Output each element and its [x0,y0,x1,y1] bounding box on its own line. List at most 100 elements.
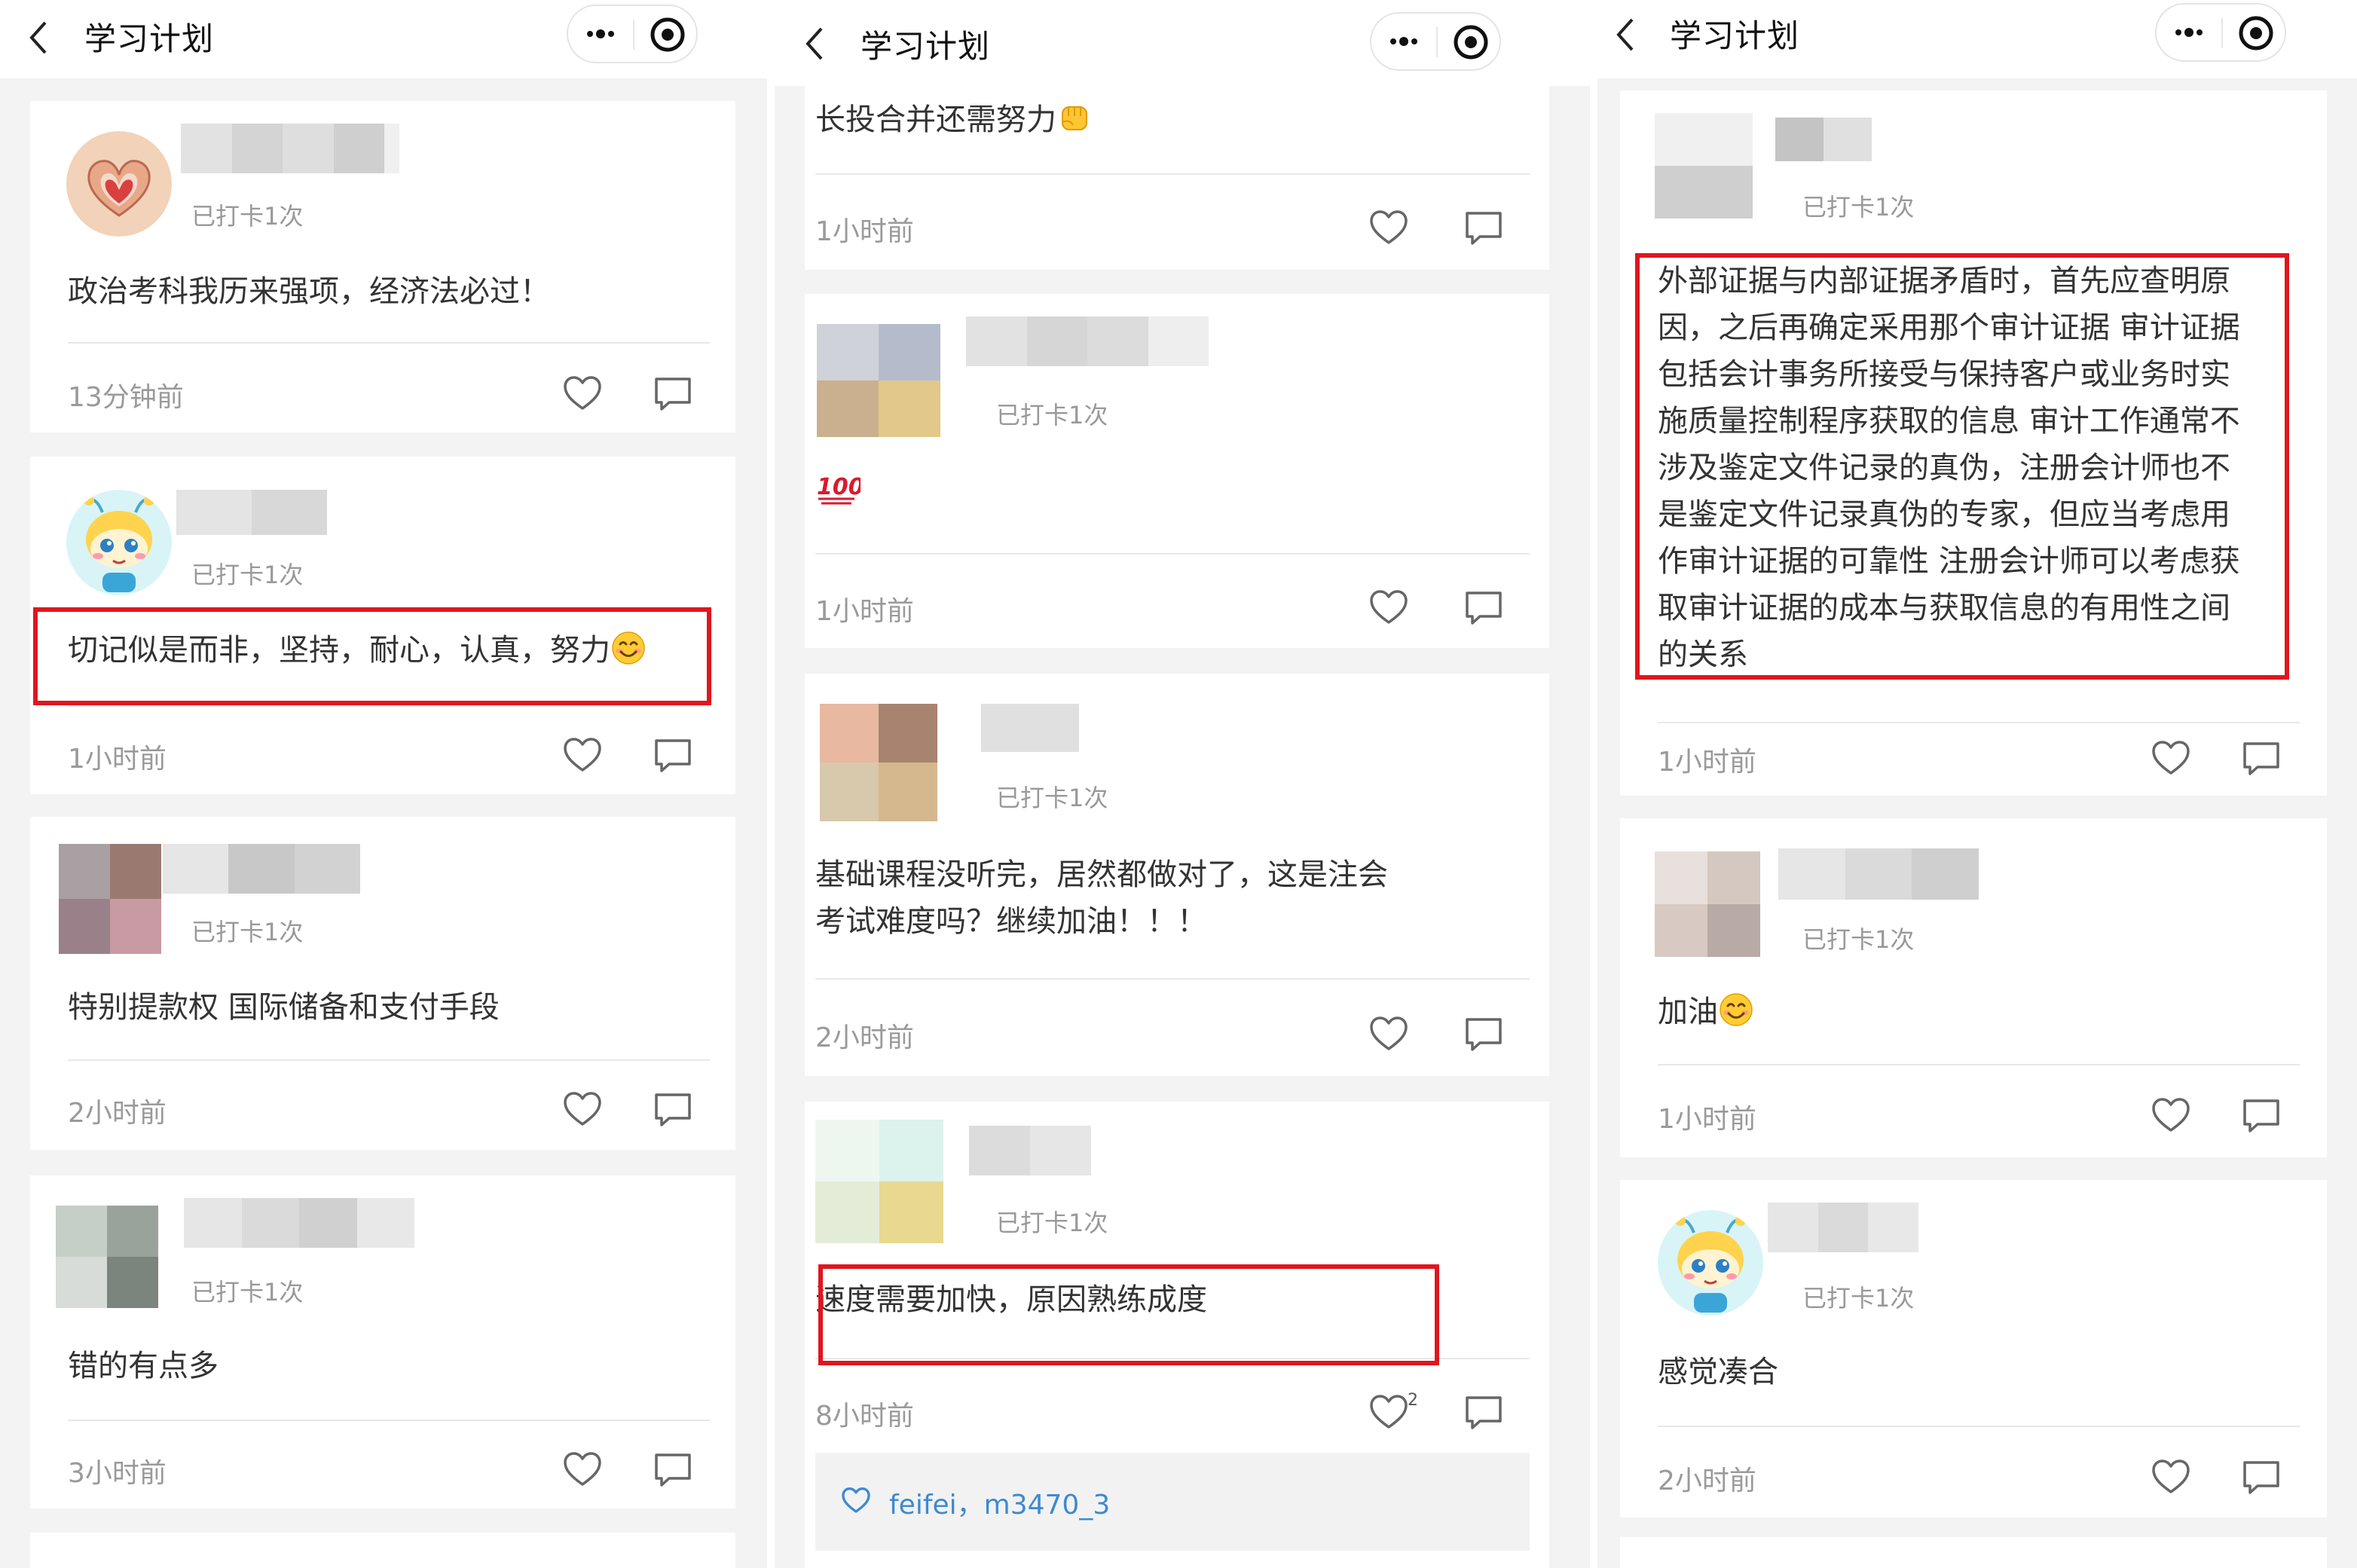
blurred-username [1768,1203,1918,1252]
comment-icon[interactable] [653,1450,693,1490]
heart-icon[interactable] [1368,208,1409,249]
mini-program-capsule [1370,12,1501,71]
hundred-points-emoji-icon [815,469,861,506]
smile-emoji-icon [1718,992,1754,1028]
close-target-icon[interactable] [1450,21,1492,63]
blurred-username [966,316,1209,366]
post-text-body: 加油 [1658,995,1718,1029]
post-time: 1小时前 [815,216,914,247]
comment-icon[interactable] [1463,1014,1504,1055]
post-time: 2小时前 [815,1022,914,1053]
comment-icon[interactable] [2241,1096,2282,1136]
post-card: 已打卡1次 感觉凑合 2小时前 [1620,1180,2327,1518]
nav-bar: 学习计划 [775,0,1590,86]
divider [68,342,710,344]
post-time: 3小时前 [68,1458,167,1489]
checkin-count: 已打卡1次 [996,401,1108,429]
heart-icon[interactable] [2151,1096,2191,1136]
checkin-count: 已打卡1次 [1802,1284,1915,1313]
divider [1658,1064,2300,1065]
post-card-partial [1620,1537,2327,1568]
comment-icon[interactable] [653,374,693,414]
avatar-blurred[interactable] [815,1120,943,1243]
small-heart-icon [842,1487,870,1513]
capsule-divider [2221,18,2223,48]
comment-icon[interactable] [1463,1392,1504,1433]
comment-icon[interactable] [1463,208,1504,249]
avatar-blurred[interactable] [820,704,937,821]
avatar[interactable] [1658,1210,1763,1316]
divider [68,705,710,707]
comment-icon[interactable] [653,735,693,776]
heart-icon[interactable] [562,374,603,414]
blurred-username [163,844,360,894]
post-text: 感觉凑合 [1658,1355,1778,1389]
post-text-line: 考试难度吗？继续加油！！！ [815,904,1207,939]
comment-icon[interactable] [653,1090,693,1130]
avatar[interactable] [66,131,172,237]
post-time: 1小时前 [68,744,167,775]
post-text [815,469,861,520]
avatar-blurred[interactable] [1655,851,1760,957]
back-arrow-icon[interactable] [803,27,826,60]
close-target-icon[interactable] [2235,12,2277,54]
avatar-blurred[interactable] [59,844,161,954]
heart-icon[interactable] [562,1450,603,1490]
post-text: 错的有点多 [68,1349,219,1383]
heart-icon[interactable] [1368,1014,1409,1055]
post-time: 2小时前 [1658,1466,1756,1496]
post-card: 已打卡1次 1小时前 [805,294,1549,648]
heart-icon[interactable] [1368,588,1409,628]
post-time: 8小时前 [815,1401,914,1432]
blurred-username [969,1126,1091,1175]
close-target-icon[interactable] [647,14,689,56]
divider [68,1420,710,1421]
heart-icon[interactable] [2151,738,2191,779]
post-card: 已打卡1次 加油 1小时前 [1620,818,2327,1157]
highlight-box [818,1264,1439,1365]
blurred-username [176,490,327,535]
page-title: 学习计划 [861,28,991,65]
avatar-blurred[interactable] [817,324,940,437]
post-text-body: 长投合并还需努力 [815,102,1056,137]
heart-icon[interactable] [562,1090,603,1130]
comment-icon[interactable] [2241,738,2282,779]
comment-icon[interactable] [1463,588,1504,628]
back-arrow-icon[interactable] [1614,18,1637,51]
more-dots-icon[interactable] [2167,11,2211,54]
nav-bar: 学习计划 [1597,0,2357,78]
post-card: 已打卡1次 基础课程没听完，居然都做对了，这是注会 考试难度吗？继续加油！！！ … [805,674,1549,1076]
checkin-count: 已打卡1次 [191,918,304,946]
screen-left: 学习计划 已打卡1次 政治考科我历来强项，经济法必过！ 13分钟前 已打卡1次 … [0,0,767,1568]
page-title: 学习计划 [1670,17,1800,54]
liker-names[interactable]: feifei，m3470_3 [889,1483,1110,1522]
avatar-blurred[interactable] [1655,113,1753,219]
checkin-count: 已打卡1次 [1802,193,1915,222]
checkin-count: 已打卡1次 [996,1209,1108,1237]
more-dots-icon[interactable] [1382,20,1426,63]
likes-panel: feifei，m3470_3 [815,1453,1530,1551]
divider [68,1059,710,1061]
avatar-blurred[interactable] [56,1206,158,1308]
mini-program-capsule [567,5,698,63]
post-text: 长投合并还需努力 [815,96,1093,143]
capsule-divider [1436,27,1438,57]
post-text: 基础课程没听完，居然都做对了，这是注会 考试难度吗？继续加油！！！ [815,851,1388,945]
checkin-count: 已打卡1次 [191,202,304,231]
highlight-box [33,607,711,705]
avatar[interactable] [66,490,172,595]
back-arrow-icon[interactable] [27,21,50,54]
comment-icon[interactable] [2241,1457,2282,1498]
page-title: 学习计划 [84,20,215,57]
post-card: 已打卡1次 错的有点多 3小时前 [30,1175,735,1508]
post-text: 政治考科我历来强项，经济法必过！ [68,274,550,309]
heart-icon[interactable] [562,735,603,776]
checkin-count: 已打卡1次 [996,784,1108,812]
more-dots-icon[interactable] [579,12,622,56]
blurred-username [1778,848,1979,900]
heart-icon[interactable] [1368,1392,1409,1433]
heart-icon[interactable] [2151,1457,2191,1498]
divider [815,173,1530,175]
post-text: 特别提款权 国际储备和支付手段 [68,990,500,1025]
post-card: 长投合并还需努力 1小时前 [805,86,1549,270]
